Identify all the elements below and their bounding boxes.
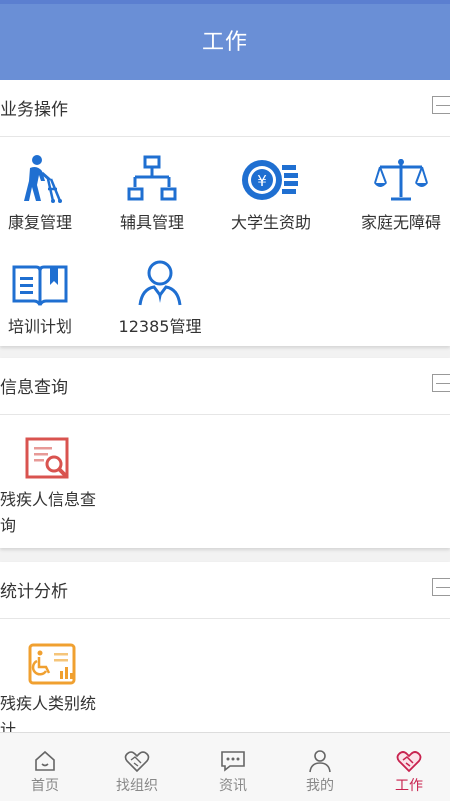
section-title: 信息查询	[0, 378, 68, 398]
person-icon	[275, 741, 365, 773]
item-label: 12385管理	[118, 317, 202, 336]
item-label: 康复管理	[7, 213, 72, 232]
handshake-heart-icon	[364, 741, 450, 773]
tab-label: 我的	[306, 778, 334, 794]
work-content[interactable]: 业务操作 康复管理 辅具管理 ¥ 大学生资助 家庭无障碍 培训计划 12385管…	[0, 80, 450, 732]
section-info-query: 信息查询 残疾人信息查询	[0, 358, 450, 548]
page-title: 工作	[201, 30, 248, 55]
svg-text:¥: ¥	[257, 172, 267, 190]
section-header: 统计分析	[0, 562, 450, 619]
collapse-icon[interactable]	[432, 578, 450, 596]
section-business: 业务操作 康复管理 辅具管理 ¥ 大学生资助 家庭无障碍 培训计划 12385管…	[0, 80, 450, 346]
user-profile-icon	[104, 255, 216, 307]
tab-mine[interactable]: 我的	[275, 733, 365, 801]
item-label: 培训计划	[7, 317, 72, 336]
item-12385-management[interactable]: 12385管理	[104, 255, 216, 337]
tab-label: 找组织	[116, 778, 158, 794]
item-label: 残疾人类别统计	[0, 694, 97, 732]
chat-bubble-icon	[188, 741, 278, 773]
section-title: 业务操作	[0, 100, 68, 120]
wheelchair-chart-icon	[0, 635, 100, 687]
tab-label: 首页	[31, 778, 59, 794]
item-disabled-info-query[interactable]: 残疾人信息查询	[0, 431, 100, 539]
item-label: 大学生资助	[230, 213, 311, 232]
yen-coin-icon: ¥	[215, 151, 327, 203]
item-label: 残疾人信息查询	[0, 490, 97, 535]
tab-label: 资讯	[219, 778, 247, 794]
scales-icon	[345, 151, 450, 203]
collapse-icon[interactable]	[432, 96, 450, 114]
handshake-icon	[92, 741, 182, 773]
section-title: 统计分析	[0, 582, 68, 602]
tab-home[interactable]: 首页	[0, 733, 90, 801]
elderly-walker-icon	[0, 151, 96, 203]
item-rehab-management[interactable]: 康复管理	[0, 151, 96, 233]
header-bar: 工作	[0, 0, 450, 80]
item-home-accessibility[interactable]: 家庭无障碍	[345, 151, 450, 233]
tab-label: 工作	[395, 778, 423, 794]
item-student-aid[interactable]: ¥ 大学生资助	[215, 151, 327, 233]
item-training-plan[interactable]: 培训计划	[0, 255, 96, 337]
collapse-icon[interactable]	[432, 374, 450, 392]
item-label: 家庭无障碍	[360, 213, 441, 232]
hierarchy-icon	[96, 151, 208, 203]
item-disabled-category-stats[interactable]: 残疾人类别统计	[0, 635, 100, 732]
section-header: 信息查询	[0, 358, 450, 415]
open-book-icon	[0, 255, 96, 307]
tab-find-organization[interactable]: 找组织	[92, 733, 182, 801]
home-icon	[0, 741, 90, 773]
section-statistics: 统计分析 残疾人类别统计	[0, 562, 450, 732]
tab-news[interactable]: 资讯	[188, 733, 278, 801]
item-label: 辅具管理	[119, 213, 184, 232]
document-search-icon	[0, 431, 100, 483]
item-aid-management[interactable]: 辅具管理	[96, 151, 208, 233]
tab-work[interactable]: 工作	[364, 733, 450, 801]
section-header: 业务操作	[0, 80, 450, 137]
bottom-tab-bar: 首页 找组织 资讯 我的 工作	[0, 732, 450, 801]
